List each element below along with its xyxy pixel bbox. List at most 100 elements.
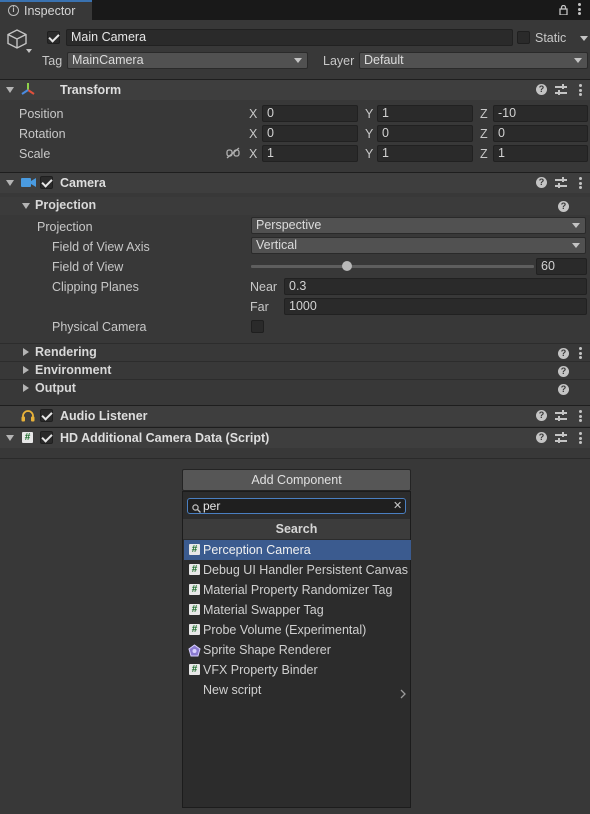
rotation-z-field[interactable]: 0 bbox=[493, 125, 588, 142]
help-icon[interactable]: ? bbox=[536, 84, 547, 95]
foldout-collapsed-icon[interactable] bbox=[23, 348, 29, 356]
axis-z-label[interactable]: Z bbox=[480, 146, 488, 162]
help-icon[interactable]: ? bbox=[558, 384, 569, 395]
audio-listener-title: Audio Listener bbox=[60, 409, 148, 423]
foldout-expanded-icon[interactable] bbox=[6, 87, 14, 93]
camera-header[interactable]: Camera ? bbox=[0, 172, 590, 193]
fov-axis-label: Field of View Axis bbox=[52, 240, 150, 254]
divider bbox=[0, 458, 590, 459]
far-label: Far bbox=[250, 300, 269, 314]
physical-camera-checkbox[interactable] bbox=[251, 320, 264, 333]
presets-icon[interactable] bbox=[555, 84, 567, 96]
component-search-field[interactable]: per ✕ bbox=[187, 498, 406, 514]
fov-slider-track[interactable] bbox=[251, 265, 534, 268]
inspector-tab[interactable]: i Inspector bbox=[0, 0, 92, 21]
camera-enabled-checkbox[interactable] bbox=[40, 176, 53, 189]
near-label: Near bbox=[250, 280, 278, 294]
static-checkbox[interactable] bbox=[517, 31, 530, 44]
gameobject-name-field[interactable]: Main Camera bbox=[66, 29, 513, 46]
hd-camera-data-enabled-checkbox[interactable] bbox=[40, 431, 53, 444]
help-icon[interactable]: ? bbox=[536, 432, 547, 443]
component-menu-kebab-icon[interactable] bbox=[579, 177, 582, 189]
fov-slider-thumb[interactable] bbox=[341, 261, 352, 271]
foldout-expanded-icon[interactable] bbox=[6, 435, 14, 441]
list-item-sprite-shape-renderer[interactable]: Sprite Shape Renderer bbox=[184, 640, 411, 660]
static-dropdown-arrow-icon[interactable] bbox=[580, 36, 588, 41]
axis-y-label[interactable]: Y bbox=[365, 106, 373, 122]
foldout-collapsed-icon[interactable] bbox=[23, 384, 29, 392]
axis-x-label[interactable]: X bbox=[249, 106, 257, 122]
projection-dropdown[interactable]: Perspective bbox=[251, 217, 586, 234]
hd-camera-data-header[interactable]: # HD Additional Camera Data (Script) ? bbox=[0, 427, 590, 448]
far-field[interactable]: 1000 bbox=[284, 298, 587, 315]
lock-icon[interactable] bbox=[559, 4, 568, 16]
help-icon[interactable]: ? bbox=[536, 177, 547, 188]
list-item-label: Sprite Shape Renderer bbox=[203, 643, 331, 657]
constrain-proportions-icon[interactable] bbox=[226, 147, 240, 162]
help-icon[interactable]: ? bbox=[558, 201, 569, 212]
axis-y-label[interactable]: Y bbox=[365, 146, 373, 162]
list-item-material-swapper-tag[interactable]: # Material Swapper Tag bbox=[184, 600, 411, 620]
near-field[interactable]: 0.3 bbox=[284, 278, 587, 295]
projection-section-header[interactable]: Projection ? bbox=[0, 197, 590, 215]
rotation-x-field[interactable]: 0 bbox=[262, 125, 358, 142]
component-menu-kebab-icon[interactable] bbox=[579, 410, 582, 422]
section-menu-kebab-icon[interactable] bbox=[579, 347, 582, 359]
script-icon: # bbox=[189, 604, 200, 615]
scale-x-field[interactable]: 1 bbox=[262, 145, 358, 162]
search-results-header: Search bbox=[183, 519, 410, 539]
fov-axis-dropdown[interactable]: Vertical bbox=[251, 237, 586, 254]
fov-value-field[interactable]: 60 bbox=[536, 258, 587, 275]
add-component-button[interactable]: Add Component bbox=[182, 469, 411, 491]
audio-listener-enabled-checkbox[interactable] bbox=[40, 409, 53, 422]
info-icon: i bbox=[8, 5, 19, 16]
transform-header[interactable]: Transform ? bbox=[0, 79, 590, 100]
scale-z-field[interactable]: 1 bbox=[493, 145, 588, 162]
presets-icon[interactable] bbox=[555, 432, 567, 444]
list-item-debug-ui-handler[interactable]: # Debug UI Handler Persistent Canvas bbox=[184, 560, 411, 580]
axis-z-label[interactable]: Z bbox=[480, 126, 488, 142]
list-item-probe-volume[interactable]: # Probe Volume (Experimental) bbox=[184, 620, 411, 640]
environment-section-header[interactable]: Environment ? bbox=[0, 361, 590, 379]
position-z-field[interactable]: -10 bbox=[493, 105, 588, 122]
position-x-field[interactable]: 0 bbox=[262, 105, 358, 122]
chevron-right-icon bbox=[400, 685, 406, 705]
axis-z-label[interactable]: Z bbox=[480, 106, 488, 122]
rendering-section-header[interactable]: Rendering ? bbox=[0, 343, 590, 361]
list-item-new-script[interactable]: New script bbox=[184, 680, 411, 700]
list-item-material-property-randomizer[interactable]: # Material Property Randomizer Tag bbox=[184, 580, 411, 600]
rotation-y-field[interactable]: 0 bbox=[377, 125, 473, 142]
axis-y-label[interactable]: Y bbox=[365, 126, 373, 142]
position-y-field[interactable]: 1 bbox=[377, 105, 473, 122]
clear-search-icon[interactable]: ✕ bbox=[393, 499, 402, 513]
axis-x-label[interactable]: X bbox=[249, 146, 257, 162]
foldout-collapsed-icon[interactable] bbox=[23, 366, 29, 374]
foldout-expanded-icon[interactable] bbox=[22, 203, 30, 209]
icon-dropdown-arrow-icon[interactable] bbox=[26, 49, 32, 53]
output-section-header[interactable]: Output ? bbox=[0, 379, 590, 397]
gameobject-active-checkbox[interactable] bbox=[47, 31, 60, 44]
presets-icon[interactable] bbox=[555, 177, 567, 189]
tag-value: MainCamera bbox=[72, 53, 144, 67]
search-results-title: Search bbox=[275, 522, 318, 536]
component-menu-kebab-icon[interactable] bbox=[579, 432, 582, 444]
help-icon[interactable]: ? bbox=[558, 348, 569, 359]
list-item-perception-camera[interactable]: # Perception Camera bbox=[184, 540, 411, 560]
list-item-vfx-property-binder[interactable]: # VFX Property Binder bbox=[184, 660, 411, 680]
axis-x-label[interactable]: X bbox=[249, 126, 257, 142]
scale-y-field[interactable]: 1 bbox=[377, 145, 473, 162]
layer-dropdown[interactable]: Default bbox=[359, 52, 588, 69]
tag-dropdown[interactable]: MainCamera bbox=[67, 52, 308, 69]
foldout-expanded-icon[interactable] bbox=[6, 180, 14, 186]
presets-icon[interactable] bbox=[555, 410, 567, 422]
help-icon[interactable]: ? bbox=[536, 410, 547, 421]
search-input-text: per bbox=[203, 499, 221, 513]
camera-title: Camera bbox=[60, 176, 106, 190]
scale-label: Scale bbox=[19, 147, 51, 161]
audio-listener-header[interactable]: Audio Listener ? bbox=[0, 405, 590, 426]
help-icon[interactable]: ? bbox=[558, 366, 569, 377]
component-menu-kebab-icon[interactable] bbox=[579, 84, 582, 96]
tab-menu-kebab-icon[interactable] bbox=[578, 3, 581, 15]
chevron-down-icon bbox=[572, 243, 580, 248]
script-icon: # bbox=[22, 432, 33, 443]
